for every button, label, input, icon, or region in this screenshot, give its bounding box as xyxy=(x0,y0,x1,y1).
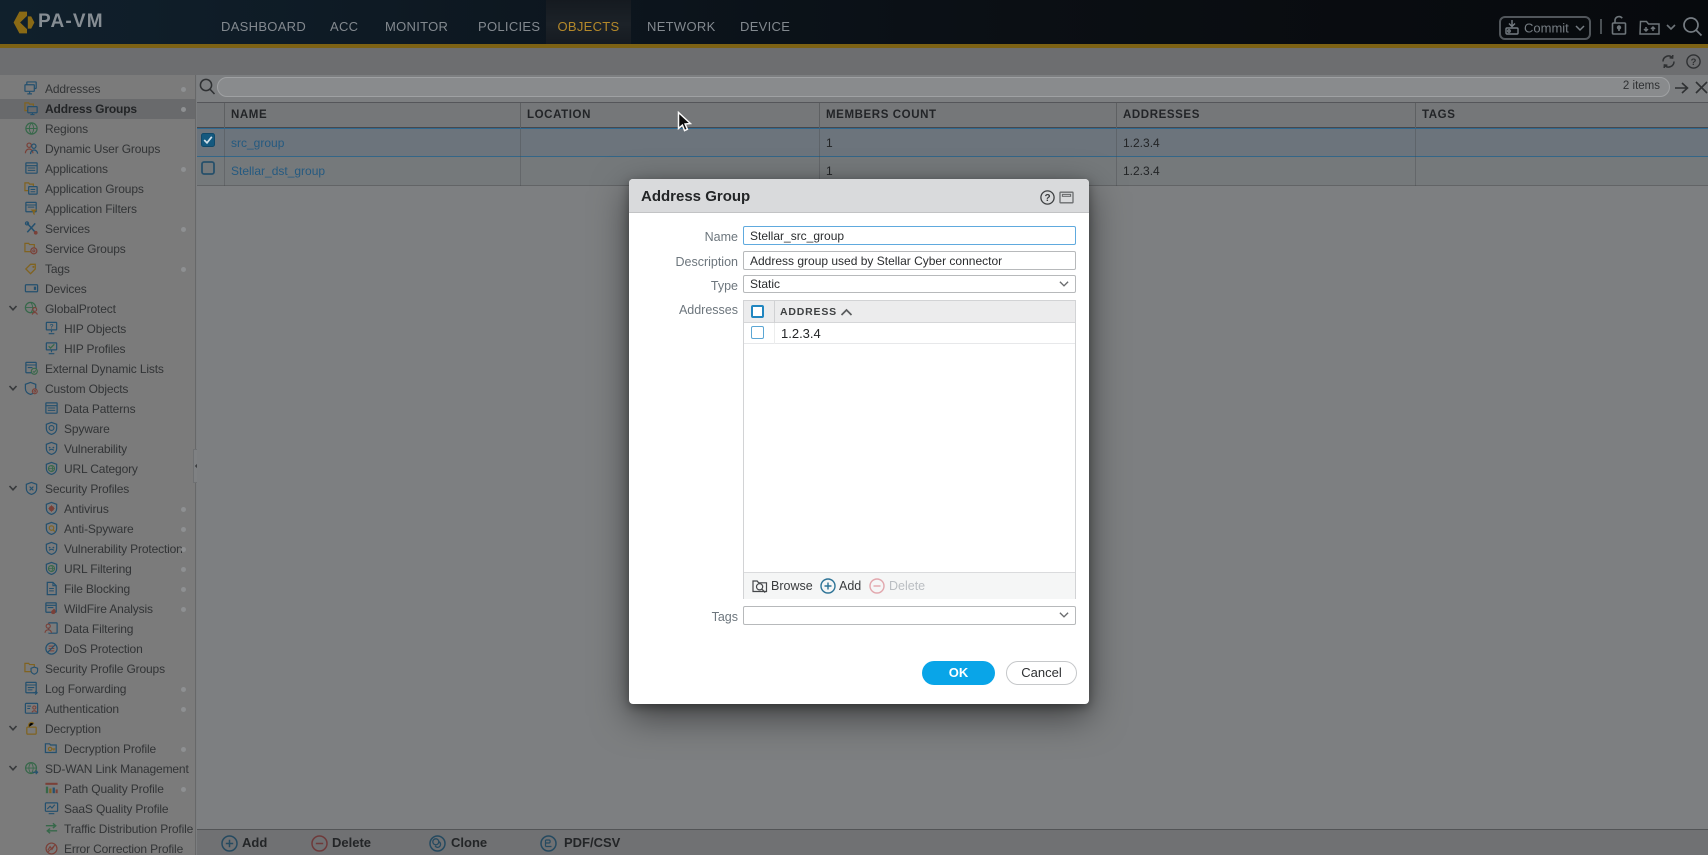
svg-text:?: ? xyxy=(1691,57,1697,68)
svg-text:?: ? xyxy=(1044,193,1050,204)
svg-text:?: ? xyxy=(50,324,54,331)
svg-text:Commit: Commit xyxy=(1524,21,1569,36)
